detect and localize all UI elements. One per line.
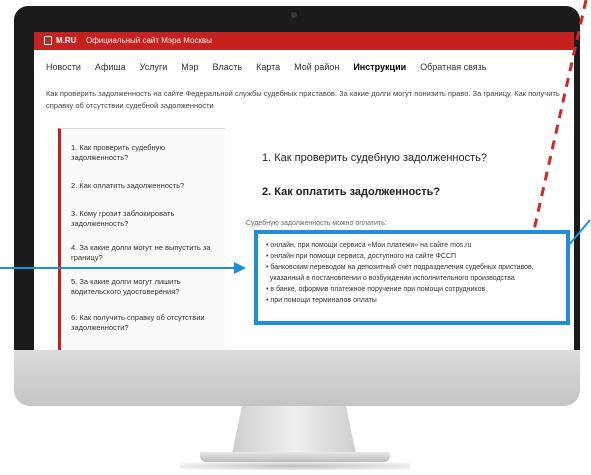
- monitor-chin: [14, 350, 580, 406]
- nav-item-services[interactable]: Услуги: [140, 62, 168, 76]
- monitor-stand: [232, 406, 356, 454]
- main-nav: Новости Афиша Услуги Мэр Власть Карта Мо…: [46, 62, 486, 76]
- site-official-text: Официальный сайт Мэра Москвы: [86, 36, 212, 45]
- toc-item[interactable]: 5. За какие долги могут лишить водительс…: [71, 277, 211, 297]
- nav-item-mayor[interactable]: Мэр: [181, 62, 198, 76]
- nav-item-government[interactable]: Власть: [213, 62, 243, 76]
- nav-item-my-district[interactable]: Мой район: [294, 62, 339, 76]
- monitor-shadow: [180, 462, 410, 470]
- toc-item[interactable]: 2. Как оплатить задолженность?: [71, 181, 211, 191]
- toc-item[interactable]: 1. Как проверить судебную задолженность?: [71, 143, 211, 163]
- section-heading-2: 2. Как оплатить задолженность?: [262, 186, 441, 198]
- arrow-head-icon: [234, 262, 246, 274]
- monitor-base: [200, 452, 390, 462]
- camera-icon: [291, 12, 297, 18]
- nav-item-afisha[interactable]: Афиша: [95, 62, 126, 76]
- toc-item[interactable]: 3. Кому грозит заблокировать задолженнос…: [71, 209, 211, 229]
- red-dashed-line: [532, 0, 588, 231]
- section-heading-1: 1. Как проверить судебную задолженность?: [262, 152, 487, 164]
- blue-pointer-line: [567, 219, 591, 247]
- site-logo-icon[interactable]: [44, 36, 52, 45]
- nav-item-news[interactable]: Новости: [46, 62, 81, 76]
- toc-sidebar: 1. Как проверить судебную задолженность?…: [58, 128, 225, 362]
- section-subtitle: Судебную задолженность можно оплатить:: [246, 220, 387, 227]
- intro-text: Как проверить задолженность на сайте Фед…: [46, 89, 560, 110]
- nav-item-map[interactable]: Карта: [256, 62, 280, 76]
- nav-item-instructions[interactable]: Инструкции: [353, 62, 406, 76]
- site-header-bar: M.RU Официальный сайт Мэра Москвы: [34, 32, 574, 50]
- nav-item-feedback[interactable]: Обратная связь: [420, 62, 486, 76]
- toc-item[interactable]: 4. За какие долги могут не выпустить за …: [71, 243, 211, 263]
- site-name[interactable]: M.RU: [56, 32, 76, 50]
- highlight-box: [254, 230, 570, 325]
- callout-arrow: [0, 267, 236, 269]
- toc-item[interactable]: 6. Как получить справку об отсутствии за…: [71, 313, 211, 333]
